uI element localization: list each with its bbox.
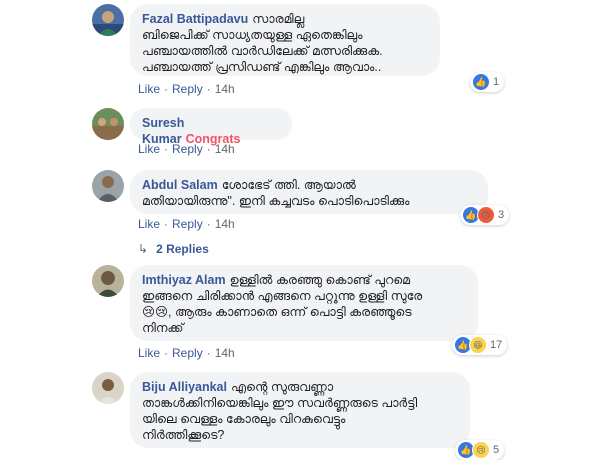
separator-dot: · — [206, 142, 211, 156]
comment-author[interactable]: Fazal Battipadavu — [142, 12, 248, 26]
reaction-summary[interactable]: 👍 😆 17 — [452, 335, 508, 355]
reply-link[interactable]: Reply — [172, 82, 203, 96]
angry-reaction-icon: 😠 — [477, 206, 495, 224]
comment-actions: Like · Reply · 14h — [138, 217, 235, 231]
comment-author[interactable]: Imthiyaz Alam — [142, 273, 226, 287]
replies-label: 2 Replies — [156, 242, 209, 256]
timestamp[interactable]: 14h — [215, 217, 235, 231]
separator-dot: · — [164, 217, 169, 231]
separator-dot: · — [206, 346, 211, 360]
comment-author[interactable]: Abdul Salam — [142, 178, 218, 192]
timestamp[interactable]: 14h — [215, 142, 235, 156]
reaction-count: 3 — [498, 209, 505, 221]
comment-bubble: Abdul Salam ശോഭേട് ത്തി. ആയാൽ മതിയായിരുന്… — [130, 170, 488, 214]
avatar[interactable] — [92, 372, 124, 404]
reaction-count: 5 — [493, 444, 500, 456]
comment-bubble: Imthiyaz Alam ഉള്ളിൽ കരഞ്ഞു കൊണ്ട് പുറമെ … — [130, 265, 478, 341]
avatar[interactable] — [92, 4, 124, 36]
sad-reaction-icon: 😢 — [472, 441, 490, 459]
like-link[interactable]: Like — [138, 142, 160, 156]
separator-dot: · — [164, 142, 169, 156]
like-link[interactable]: Like — [138, 217, 160, 231]
separator-dot: · — [164, 346, 169, 360]
avatar[interactable] — [92, 108, 124, 140]
reaction-count: 1 — [493, 76, 500, 88]
separator-dot: · — [206, 82, 211, 96]
like-link[interactable]: Like — [138, 346, 160, 360]
reaction-summary[interactable]: 👍 1 — [470, 72, 505, 92]
reaction-count: 17 — [490, 339, 503, 351]
reply-link[interactable]: Reply — [172, 217, 203, 231]
timestamp[interactable]: 14h — [215, 82, 235, 96]
comment-bubble: Biju Alliyankal എന്റെ സുരുവണ്ണാ താങ്കൾക്ക… — [130, 372, 470, 448]
reaction-summary[interactable]: 👍 😢 5 — [455, 440, 505, 460]
avatar[interactable] — [92, 265, 124, 297]
like-reaction-icon: 👍 — [472, 73, 490, 91]
haha-reaction-icon: 😆 — [469, 336, 487, 354]
reply-arrow-icon: ↳ — [138, 242, 149, 256]
comment-bubble: Fazal Battipadavu സാരമില്ല ബിജെപിക്ക് സാധ… — [130, 4, 440, 76]
comment-author[interactable]: Biju Alliyankal — [142, 380, 227, 394]
separator-dot: · — [206, 217, 211, 231]
timestamp[interactable]: 14h — [215, 346, 235, 360]
reaction-summary[interactable]: 👍 😠 3 — [460, 205, 510, 225]
comment-actions: Like · Reply · 14h — [138, 346, 235, 360]
avatar[interactable] — [92, 170, 124, 202]
comment-bubble: Suresh Kumar Congrats — [130, 108, 292, 146]
comment-actions: Like · Reply · 14h — [138, 142, 235, 156]
view-replies-link[interactable]: ↳ 2 Replies — [138, 242, 209, 256]
reply-link[interactable]: Reply — [172, 142, 203, 156]
comment-actions: Like · Reply · 14h — [138, 82, 235, 96]
separator-dot: · — [164, 82, 169, 96]
reply-link[interactable]: Reply — [172, 346, 203, 360]
like-link[interactable]: Like — [138, 82, 160, 96]
